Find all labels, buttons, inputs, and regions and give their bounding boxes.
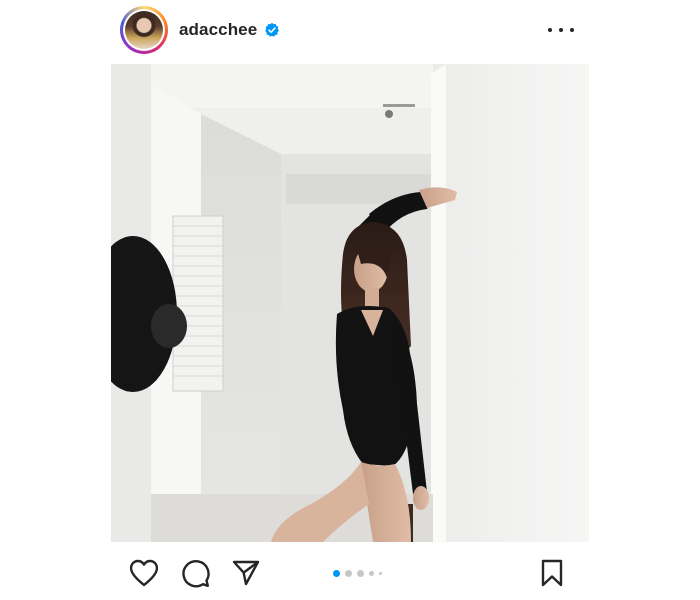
photo-illustration — [111, 64, 589, 542]
verified-badge-icon — [265, 22, 279, 37]
paper-plane-icon — [232, 560, 260, 586]
carousel-dot — [333, 569, 340, 577]
avatar-story-ring[interactable] — [120, 6, 168, 54]
post-photo[interactable] — [111, 64, 589, 542]
post-action-bar — [0, 548, 700, 598]
like-button[interactable] — [127, 556, 161, 590]
more-dot — [570, 28, 574, 32]
username-link[interactable]: adacchee — [179, 20, 257, 40]
more-dot — [548, 28, 552, 32]
carousel-dot — [379, 571, 382, 575]
avatar-frame — [123, 9, 165, 51]
post-header: adacchee — [0, 0, 700, 62]
save-button[interactable] — [535, 556, 569, 590]
comment-button[interactable] — [178, 556, 212, 590]
carousel-dot — [369, 570, 374, 576]
carousel-indicator — [333, 568, 382, 578]
carousel-dot — [345, 569, 352, 577]
bookmark-icon — [541, 559, 563, 587]
more-dot — [559, 28, 563, 32]
avatar — [125, 11, 163, 49]
more-options-icon[interactable] — [548, 18, 574, 42]
comment-icon — [182, 560, 210, 588]
heart-icon — [129, 559, 159, 587]
share-button[interactable] — [229, 556, 263, 590]
carousel-dot — [357, 569, 364, 577]
